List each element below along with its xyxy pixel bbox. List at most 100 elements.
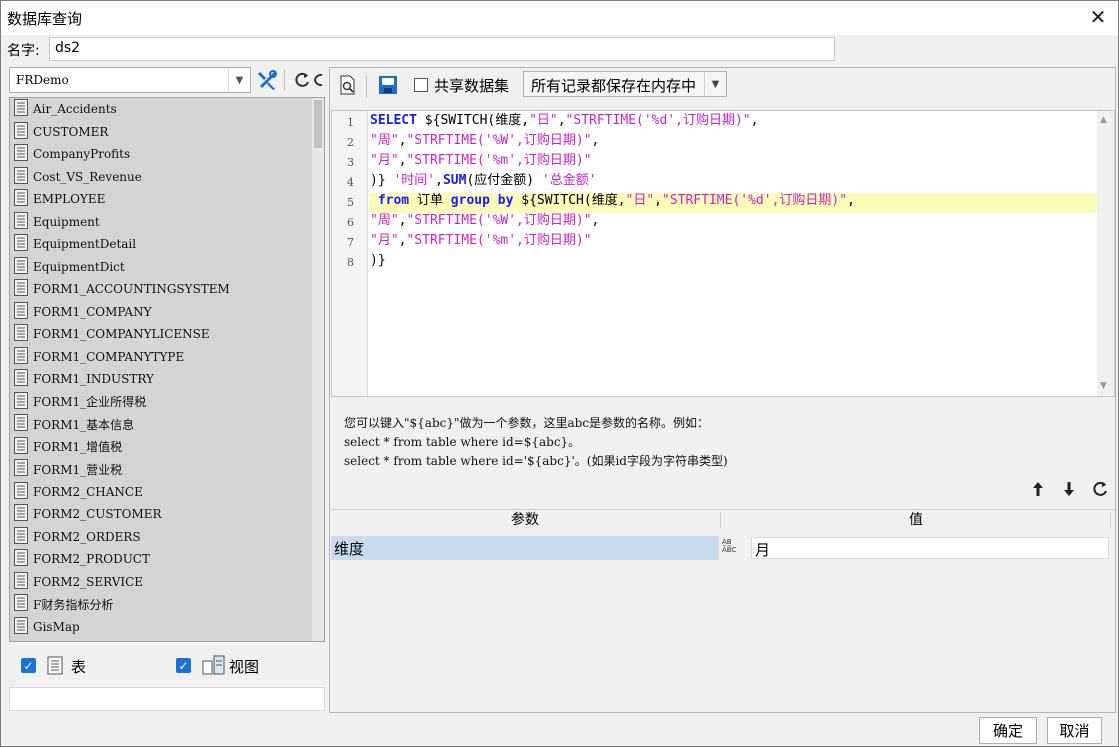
query-dialog: 数据库查询 ✕ 名字: ds2 FRDemo ▼ Air_Accidents CU… <box>0 0 1119 747</box>
list-item[interactable]: FORM2_PRODUCT <box>10 548 324 571</box>
list-item[interactable]: EquipmentDict <box>10 256 324 279</box>
hint-line: select * from table where id='${abc}'。(如… <box>344 454 728 468</box>
parameter-hint: 您可以键入"${abc}"做为一个参数，这里abc是参数的名称。例如： sele… <box>344 414 728 471</box>
list-item[interactable]: FORM1_COMPANYLICENSE <box>10 323 324 346</box>
list-item[interactable]: FORM1_基本信息 <box>10 413 324 436</box>
code-line-3: "月","STRFTIME('%m',订购日期)" <box>370 153 592 168</box>
view-icon <box>202 655 226 679</box>
table-name: FORM1_ACCOUNTINGSYSTEM <box>33 282 230 297</box>
line-number: 8 <box>347 256 354 269</box>
table-icon <box>14 211 28 232</box>
editor-scrollbar[interactable]: ▲ ▼ <box>1097 111 1114 396</box>
list-item[interactable]: FORM1_COMPANYTYPE <box>10 346 324 369</box>
table-row[interactable]: 维度 A̲B̲ ABC 月 <box>331 536 1115 560</box>
table-icon <box>47 656 63 679</box>
table-name: FORM1_基本信息 <box>33 417 135 432</box>
list-item[interactable]: EquipmentDetail <box>10 233 324 256</box>
line-number: 4 <box>347 176 354 189</box>
sql-editor[interactable]: 1 2 3 4 5 6 7 8 SELECT ${SWITCH(维度,"日","… <box>331 110 1115 397</box>
chevron-down-icon: ▼ <box>704 72 726 96</box>
arrow-up-icon[interactable] <box>1027 478 1049 500</box>
save-icon[interactable] <box>375 72 401 98</box>
list-item[interactable]: F财务指标分析 <box>10 593 324 616</box>
refresh-params-icon[interactable] <box>1089 478 1111 500</box>
list-scrollbar[interactable] <box>312 98 324 641</box>
table-icon <box>14 189 28 209</box>
list-scrollbar-thumb[interactable] <box>314 100 322 148</box>
cache-mode-value: 所有记录都保存在内存中 <box>531 77 697 95</box>
name-input[interactable]: ds2 <box>49 37 835 61</box>
list-item[interactable]: FORM2_ORDERS <box>10 526 324 549</box>
table-icon <box>14 279 28 299</box>
preview-icon[interactable] <box>335 72 361 98</box>
table-icon <box>14 481 28 502</box>
string-type-icon[interactable]: A̲B̲ ABC <box>722 538 746 558</box>
list-item[interactable]: GisMap <box>10 616 324 639</box>
list-item[interactable]: FORM1_增值税 <box>10 436 324 459</box>
line-number: 7 <box>347 236 354 249</box>
window-title: 数据库查询 <box>7 10 83 28</box>
table-name: EMPLOYEE <box>33 192 106 207</box>
ok-button[interactable]: 确定 <box>979 717 1037 744</box>
list-item[interactable]: Equipment <box>10 211 324 234</box>
table-name: FORM1_企业所得税 <box>33 395 147 410</box>
list-item[interactable]: FORM2_CHANCE <box>10 481 324 504</box>
list-item[interactable]: FORM1_COMPANY <box>10 301 324 324</box>
list-item[interactable]: CompanyProfits <box>10 143 324 166</box>
list-item[interactable]: FORM1_营业税 <box>10 458 324 481</box>
database-select[interactable]: FRDemo ▼ <box>9 67 251 93</box>
code-line-7: "月","STRFTIME('%m',订购日期)" <box>370 233 592 248</box>
left-panel: FRDemo ▼ Air_Accidents CUSTOMER CompanyPro… <box>5 67 327 713</box>
table-name: GisMap <box>33 619 80 634</box>
column-header-param[interactable]: 参数 <box>331 510 719 530</box>
list-item[interactable]: Cost_VS_Revenue <box>10 166 324 189</box>
table-icon <box>14 459 28 479</box>
name-label: 名字: <box>7 43 40 59</box>
view-filter-label: 视图 <box>229 658 260 676</box>
list-item[interactable]: Air_Accidents <box>10 98 324 121</box>
table-list: Air_Accidents CUSTOMER CompanyProfits Cost_… <box>9 97 325 642</box>
table-icon <box>14 99 28 119</box>
column-header-value[interactable]: 值 <box>721 510 1111 530</box>
table-search-input[interactable] <box>9 687 325 711</box>
list-item[interactable]: EMPLOYEE <box>10 188 324 211</box>
table-filter-checkbox[interactable]: ✓ <box>21 658 36 673</box>
list-item[interactable]: FORM2_CUSTOMER <box>10 503 324 526</box>
arrow-down-icon[interactable] <box>1058 478 1080 500</box>
list-item[interactable]: FORM1_ACCOUNTINGSYSTEM <box>10 278 324 301</box>
table-name: Air_Accidents <box>33 102 117 117</box>
table-name: FORM1_COMPANYLICENSE <box>33 327 210 342</box>
cancel-button[interactable]: 取消 <box>1047 717 1102 744</box>
table-icon <box>14 121 28 142</box>
scroll-down-icon[interactable]: ▼ <box>1100 381 1107 391</box>
param-name-cell[interactable]: 维度 <box>331 536 719 560</box>
hint-line: 您可以键入"${abc}"做为一个参数，这里abc是参数的名称。例如： <box>344 416 710 430</box>
table-icon <box>14 256 28 277</box>
table-name: CompanyProfits <box>33 147 131 162</box>
share-dataset-checkbox[interactable] <box>414 78 428 92</box>
table-name: EquipmentDict <box>33 259 125 274</box>
list-item[interactable]: FORM1_企业所得税 <box>10 391 324 414</box>
share-dataset-label: 共享数据集 <box>434 77 510 95</box>
code-line-4: )} '时间',SUM(应付金额) '总金额' <box>370 173 597 188</box>
code-line-5: from 订单 group by ${SWITCH(维度,"日","STRFTI… <box>370 193 855 208</box>
table-name: FORM2_PRODUCT <box>33 552 150 567</box>
line-number: 1 <box>347 116 354 129</box>
table-icon <box>14 301 28 322</box>
view-filter-checkbox[interactable]: ✓ <box>176 658 191 673</box>
list-item[interactable]: FORM1_INDUSTRY <box>10 368 324 391</box>
param-value-input[interactable]: 月 <box>751 537 1109 559</box>
tools-icon[interactable] <box>253 67 281 93</box>
table-name: F财务指标分析 <box>33 597 114 612</box>
close-icon[interactable]: ✕ <box>1086 6 1110 30</box>
table-icon <box>14 436 28 457</box>
table-name: FORM1_COMPANYTYPE <box>33 349 185 364</box>
cache-mode-select[interactable]: 所有记录都保存在内存中 ▼ <box>523 71 727 97</box>
table-name: FORM1_COMPANY <box>33 304 152 319</box>
table-name: FORM1_营业税 <box>33 462 123 477</box>
list-item[interactable]: FORM2_SERVICE <box>10 571 324 594</box>
list-item[interactable]: CUSTOMER <box>10 121 324 144</box>
more-tools-icon[interactable] <box>311 67 325 93</box>
scroll-up-icon[interactable]: ▲ <box>1100 115 1107 125</box>
parameter-table: 参数 值 维度 A̲B̲ ABC 月 <box>331 509 1115 712</box>
